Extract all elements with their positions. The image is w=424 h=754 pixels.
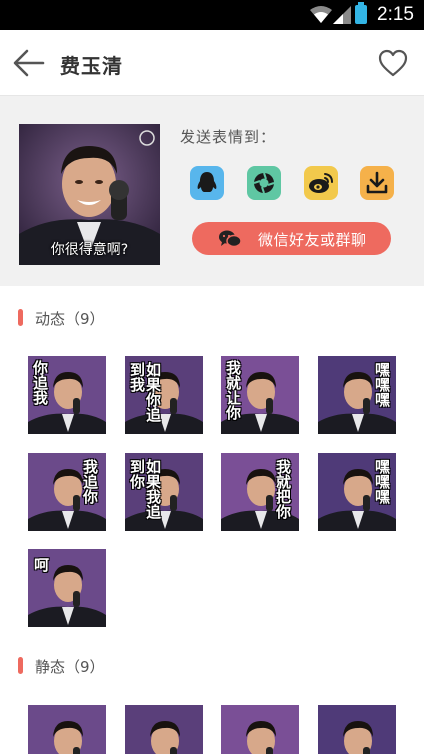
app-header: 费玉清 — [0, 30, 424, 96]
send-wechat-button[interactable]: 微信好友或群聊 — [192, 222, 391, 255]
heart-outline-icon — [378, 49, 408, 77]
sticker-thumbnail[interactable]: 嘿嘿嘿 — [318, 453, 396, 531]
section-marker — [18, 657, 23, 674]
sticker-thumbnail[interactable] — [28, 705, 106, 754]
weibo-icon — [309, 173, 333, 193]
sticker-thumbnail[interactable] — [318, 705, 396, 754]
sticker-preview[interactable]: 你很得意啊? — [19, 124, 160, 265]
sticker-image — [318, 705, 396, 754]
signal-icon — [333, 6, 351, 24]
download-button[interactable] — [360, 166, 394, 200]
sticker-image — [28, 705, 106, 754]
qq-penguin-icon — [197, 172, 217, 192]
status-time: 2:15 — [377, 4, 414, 25]
sticker-caption: 我就让你 — [224, 360, 242, 420]
sticker-caption: 如果你追到我 — [128, 362, 162, 422]
sticker-thumbnail[interactable]: 嘿嘿嘿 — [318, 356, 396, 434]
sticker-thumbnail[interactable]: 你追我 — [28, 356, 106, 434]
section-static-label: 静态（9） — [35, 658, 105, 676]
send-wechat-label: 微信好友或群聊 — [258, 231, 367, 249]
wechat-icon — [219, 230, 242, 248]
arrow-left-icon — [13, 49, 45, 77]
sticker-image — [221, 705, 299, 754]
sticker-thumbnail[interactable] — [221, 705, 299, 754]
share-weibo-button[interactable] — [304, 166, 338, 200]
battery-icon — [355, 2, 367, 24]
sticker-caption: 如果我追到你 — [128, 459, 162, 519]
wifi-icon — [310, 6, 332, 23]
back-button[interactable] — [12, 46, 46, 80]
page-title: 费玉清 — [60, 54, 123, 78]
sticker-thumbnail[interactable]: 呵 — [28, 549, 106, 627]
camera-aperture-icon — [253, 172, 275, 194]
sticker-thumbnail[interactable]: 如果你追到我 — [125, 356, 203, 434]
share-qq-button[interactable] — [190, 166, 224, 200]
favorite-button[interactable] — [378, 49, 408, 77]
sticker-thumbnail[interactable]: 我就让你 — [221, 356, 299, 434]
share-moments-button[interactable] — [247, 166, 281, 200]
preview-caption: 你很得意啊? — [50, 242, 129, 258]
status-bar: 2:15 — [0, 0, 424, 30]
sticker-thumbnail[interactable]: 如果我追到你 — [125, 453, 203, 531]
sticker-image — [125, 705, 203, 754]
sticker-caption: 我就把你 — [274, 459, 292, 519]
sticker-caption: 你追我 — [31, 360, 49, 405]
sticker-caption: 嘿嘿嘿 — [373, 459, 391, 504]
sticker-thumbnail[interactable] — [125, 705, 203, 754]
sticker-thumbnail[interactable]: 我就把你 — [221, 453, 299, 531]
sticker-caption: 呵 — [34, 556, 50, 574]
send-panel: 你很得意啊? 发送表情到： 微信好友或群聊 — [0, 96, 424, 286]
section-animated-label: 动态（9） — [35, 310, 105, 328]
section-marker — [18, 309, 23, 326]
download-icon — [366, 171, 388, 194]
sticker-caption: 我追你 — [81, 459, 99, 504]
sticker-thumbnail[interactable]: 我追你 — [28, 453, 106, 531]
sticker-caption: 嘿嘿嘿 — [373, 362, 391, 407]
send-to-label: 发送表情到： — [180, 128, 277, 146]
